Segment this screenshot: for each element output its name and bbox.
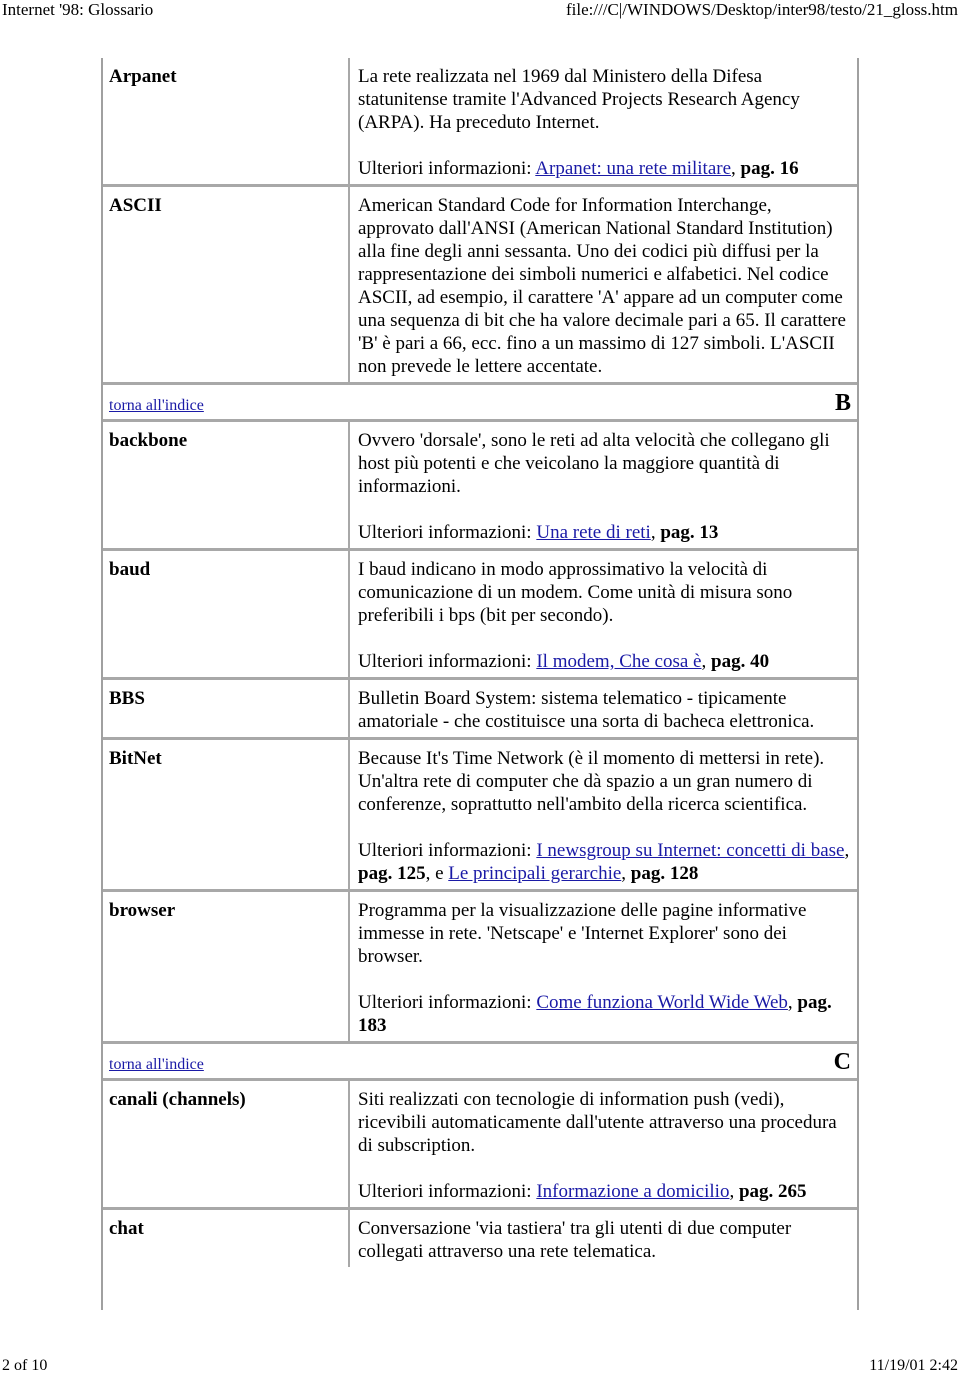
glossary-row: ASCII American Standard Code for Informa… [103,184,857,382]
more-info: Ulteriori informazioni: Una rete di reti… [358,522,719,543]
print-timestamp: 11/19/01 2:42 [869,1357,958,1374]
page-ref: pag. 125 [358,863,426,884]
page-ref: pag. 13 [660,522,719,543]
glossary-row: BitNet Because It's Time Network (è il m… [103,737,857,889]
reference-link[interactable]: Le principali gerarchie [448,863,621,884]
glossary-row: canali (channels) Siti realizzati con te… [103,1078,857,1207]
more-info: Ulteriori informazioni: I newsgroup su I… [358,840,850,884]
reference-link[interactable]: Il modem, Che cosa è [536,651,701,672]
definition-text: Programma per la visualizzazione delle p… [358,900,807,967]
definition: Bulletin Board System: sistema telematic… [350,680,857,737]
section-letter: B [834,390,851,416]
reference-link[interactable]: Come funziona World Wide Web [536,992,788,1013]
definition: La rete realizzata nel 1969 dal Minister… [350,58,857,184]
term: baud [103,551,350,677]
more-info: Ulteriori informazioni: Il modem, Che co… [358,651,770,672]
section-letter: C [833,1049,851,1075]
page-ref: pag. 128 [630,863,699,884]
section-header-c: torna all'indice C [103,1041,857,1078]
reference-link[interactable]: Una rete di reti [536,522,650,543]
definition: Because It's Time Network (è il momento … [350,740,857,889]
page-url: file:///C|/WINDOWS/Desktop/inter98/testo… [565,0,958,19]
definition-text: Bulletin Board System: sistema telematic… [358,688,815,732]
reference-link[interactable]: I newsgroup su Internet: concetti di bas… [536,840,844,861]
page-number: 2 of 10 [2,1357,48,1374]
back-to-index-link[interactable]: torna all'indice [109,397,204,415]
definition-text: Conversazione 'via tastiera' tra gli ute… [358,1218,792,1262]
more-info-label: Ulteriori informazioni: [358,522,532,543]
reference-link[interactable]: Informazione a domicilio [536,1181,729,1202]
definition-text: Ovvero 'dorsale', sono le reti ad alta v… [358,430,830,497]
term: canali (channels) [103,1081,350,1207]
definition-text: Siti realizzati con tecnologie di inform… [358,1089,837,1156]
reference-link[interactable]: Arpanet: una rete militare [535,158,731,179]
joiner: , e [425,863,449,884]
more-info-label: Ulteriori informazioni: [358,840,532,861]
definition-text: La rete realizzata nel 1969 dal Minister… [358,66,800,133]
page-ref: pag. 40 [711,651,770,672]
term: BBS [103,680,350,737]
glossary-row: baud I baud indicano in modo approssimat… [103,548,857,677]
section-header-b: torna all'indice B [103,382,857,419]
definition-text: I baud indicano in modo approssimativo l… [358,559,793,626]
more-info: Ulteriori informazioni: Arpanet: una ret… [358,158,799,179]
more-info-label: Ulteriori informazioni: [358,158,532,179]
definition: Conversazione 'via tastiera' tra gli ute… [350,1210,857,1267]
more-info: Ulteriori informazioni: Informazione a d… [358,1181,807,1202]
glossary-row: Arpanet La rete realizzata nel 1969 dal … [103,58,857,184]
page-title: Internet '98: Glossario [2,0,154,19]
term: browser [103,892,350,1041]
term: backbone [103,422,350,548]
definition-text: American Standard Code for Information I… [358,195,846,377]
more-info: Ulteriori informazioni: Come funziona Wo… [358,992,832,1036]
term: Arpanet [103,58,350,184]
more-info-label: Ulteriori informazioni: [358,651,532,672]
definition: Ovvero 'dorsale', sono le reti ad alta v… [350,422,857,548]
term: ASCII [103,187,350,382]
glossary-row: browser Programma per la visualizzazione… [103,889,857,1041]
definition: American Standard Code for Information I… [350,187,857,382]
glossary-row: backbone Ovvero 'dorsale', sono le reti … [103,419,857,548]
definition: Programma per la visualizzazione delle p… [350,892,857,1041]
glossary-table: Arpanet La rete realizzata nel 1969 dal … [101,58,859,1310]
definition: I baud indicano in modo approssimativo l… [350,551,857,677]
term: BitNet [103,740,350,889]
definition: Siti realizzati con tecnologie di inform… [350,1081,857,1207]
more-info-label: Ulteriori informazioni: [358,1181,532,1202]
glossary-row: BBS Bulletin Board System: sistema telem… [103,677,857,737]
glossary-row: chat Conversazione 'via tastiera' tra gl… [103,1207,857,1267]
page-ref: pag. 265 [738,1181,807,1202]
definition-text: Because It's Time Network (è il momento … [358,748,825,815]
more-info-label: Ulteriori informazioni: [358,992,532,1013]
term: chat [103,1210,350,1267]
back-to-index-link[interactable]: torna all'indice [109,1056,204,1074]
page-ref: pag. 16 [740,158,799,179]
